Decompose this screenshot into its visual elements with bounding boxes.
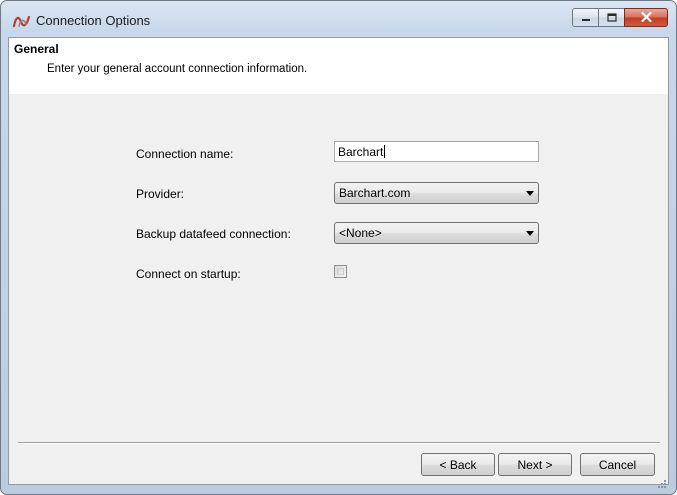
connection-name-input[interactable]: Barchart [334, 141, 539, 162]
page-subtitle: Enter your general account connection in… [47, 63, 308, 75]
resize-grip-icon[interactable] [656, 475, 666, 488]
nt-logo-icon [12, 14, 31, 28]
dropdown-arrow-icon [526, 231, 534, 236]
window-controls [572, 8, 668, 27]
provider-dropdown[interactable]: Barchart.com [334, 182, 539, 204]
backup-datafeed-dropdown[interactable]: <None> [334, 222, 539, 244]
connection-name-value: Barchart [338, 145, 384, 159]
backup-datafeed-label: Backup datafeed connection: [136, 227, 291, 241]
connection-name-label: Connection name: [136, 147, 234, 161]
provider-value: Barchart.com [339, 186, 411, 200]
footer-separator [18, 442, 660, 444]
backup-datafeed-value: <None> [339, 226, 382, 240]
connection-options-window: Connection Options General Enter your ge… [0, 0, 677, 495]
text-caret [384, 145, 386, 158]
back-button[interactable]: < Back [421, 453, 495, 476]
maximize-button[interactable] [598, 8, 624, 27]
minimize-icon [581, 9, 591, 27]
provider-label: Provider: [136, 187, 185, 201]
maximize-icon [606, 9, 617, 27]
close-button[interactable] [624, 8, 668, 27]
connect-on-startup-label: Connect on startup: [136, 267, 241, 281]
page-title: General [14, 42, 59, 56]
close-icon [640, 9, 652, 27]
title-bar[interactable]: Connection Options [1, 1, 676, 37]
window-title: Connection Options [36, 13, 151, 28]
next-button[interactable]: Next > [498, 453, 572, 476]
cancel-button[interactable]: Cancel [580, 453, 655, 476]
page-header: General Enter your general account conne… [9, 38, 668, 94]
connect-on-startup-checkbox[interactable] [334, 265, 347, 278]
dialog-client-area: General Enter your general account conne… [8, 37, 669, 485]
dropdown-arrow-icon [526, 191, 534, 196]
minimize-button[interactable] [572, 8, 598, 27]
